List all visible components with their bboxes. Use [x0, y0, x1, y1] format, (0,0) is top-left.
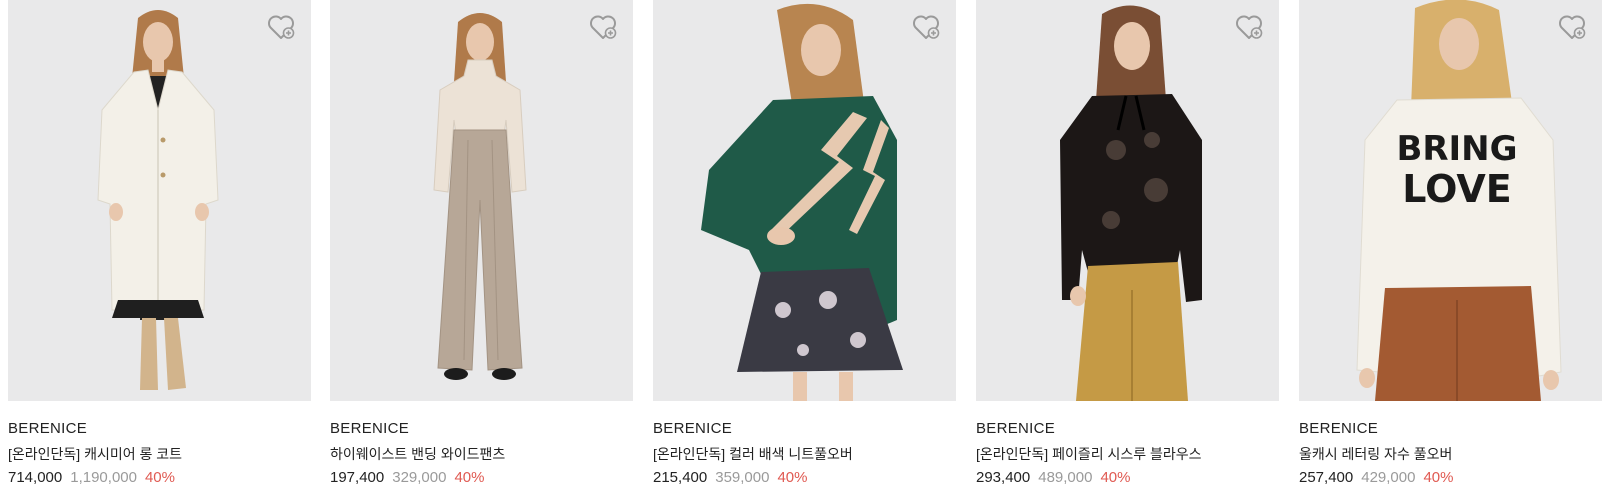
wishlist-heart-icon[interactable] — [589, 14, 617, 40]
product-prices: 293,400 489,000 40% — [976, 469, 1131, 486]
product-card[interactable]: BERENICE [온라인단독] 캐시미어 롱 코트 714,000 1,190,… — [8, 0, 311, 495]
product-image[interactable]: BRING LOVE — [1299, 0, 1602, 401]
product-brand[interactable]: BERENICE — [330, 420, 409, 437]
wishlist-heart-icon[interactable] — [1558, 14, 1586, 40]
sale-price: 215,400 — [653, 469, 708, 486]
original-price: 1,190,000 — [70, 469, 137, 486]
product-photo: BRING LOVE — [1299, 0, 1602, 401]
original-price: 489,000 — [1038, 469, 1093, 486]
product-photo — [8, 0, 311, 401]
garment-print-line-2: LOVE — [1402, 167, 1512, 211]
product-image[interactable] — [976, 0, 1279, 401]
product-photo — [330, 0, 633, 401]
original-price: 329,000 — [392, 469, 447, 486]
product-photo — [976, 0, 1279, 401]
product-card[interactable]: BERENICE 하이웨이스트 밴딩 와이드팬츠 197,400 329,000 4… — [330, 0, 633, 495]
original-price: 359,000 — [715, 469, 770, 486]
discount-rate: 40% — [777, 469, 808, 486]
garment-print-line-1: BRING — [1396, 129, 1517, 169]
product-prices: 257,400 429,000 40% — [1299, 469, 1454, 486]
product-brand[interactable]: BERENICE — [653, 420, 732, 437]
product-brand[interactable]: BERENICE — [976, 420, 1055, 437]
original-price: 429,000 — [1361, 469, 1416, 486]
wishlist-heart-icon[interactable] — [267, 14, 295, 40]
product-name[interactable]: [온라인단독] 컬러 배색 니트풀오버 — [653, 444, 853, 464]
wishlist-heart-icon[interactable] — [912, 14, 940, 40]
product-card[interactable]: BERENICE [온라인단독] 페이즐리 시스루 블라우스 293,400 48… — [976, 0, 1279, 495]
discount-rate: 40% — [454, 469, 485, 486]
discount-rate: 40% — [1100, 469, 1131, 486]
sale-price: 197,400 — [330, 469, 385, 486]
product-grid: BERENICE [온라인단독] 캐시미어 롱 코트 714,000 1,190,… — [0, 0, 1610, 495]
product-image[interactable] — [653, 0, 956, 401]
product-name[interactable]: 울캐시 레터링 자수 풀오버 — [1299, 444, 1452, 464]
product-card[interactable]: BRING LOVE BERENICE 울캐시 레터링 자수 풀오버 257,4… — [1299, 0, 1602, 495]
product-image[interactable] — [330, 0, 633, 401]
product-image[interactable] — [8, 0, 311, 401]
product-name[interactable]: [온라인단독] 페이즐리 시스루 블라우스 — [976, 444, 1202, 464]
product-brand[interactable]: BERENICE — [1299, 420, 1378, 437]
sale-price: 257,400 — [1299, 469, 1354, 486]
sale-price: 293,400 — [976, 469, 1031, 486]
wishlist-heart-icon[interactable] — [1235, 14, 1263, 40]
product-photo — [653, 0, 956, 401]
product-prices: 714,000 1,190,000 40% — [8, 469, 175, 486]
product-card[interactable]: BERENICE [온라인단독] 컬러 배색 니트풀오버 215,400 359,… — [653, 0, 956, 495]
product-brand[interactable]: BERENICE — [8, 420, 87, 437]
product-prices: 215,400 359,000 40% — [653, 469, 808, 486]
product-name[interactable]: [온라인단독] 캐시미어 롱 코트 — [8, 444, 182, 464]
product-prices: 197,400 329,000 40% — [330, 469, 485, 486]
product-name[interactable]: 하이웨이스트 밴딩 와이드팬츠 — [330, 444, 505, 464]
sale-price: 714,000 — [8, 469, 63, 486]
discount-rate: 40% — [1423, 469, 1454, 486]
discount-rate: 40% — [144, 469, 175, 486]
